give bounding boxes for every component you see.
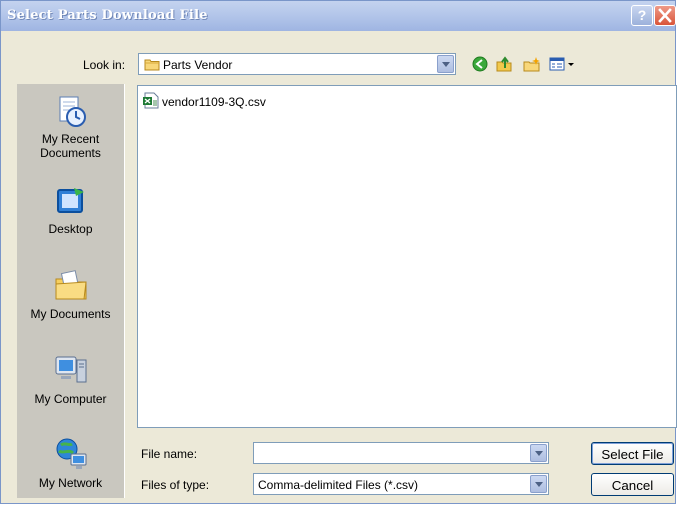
file-list[interactable]: vendor1109-3Q.csv (137, 85, 677, 428)
file-type-select[interactable]: Comma-delimited Files (*.csv) (253, 473, 549, 495)
help-button[interactable]: ? (631, 5, 653, 26)
look-in-label: Look in: (83, 58, 126, 72)
my-documents-icon (55, 270, 87, 300)
place-label: My Network (38, 476, 103, 490)
file-name-field[interactable] (253, 442, 549, 464)
title-bar[interactable]: Select Parts Download File ? (1, 1, 676, 31)
place-label: Documents (40, 146, 101, 160)
place-label: My Documents (30, 307, 111, 321)
file-name: vendor1109-3Q.csv (162, 95, 266, 109)
file-name-dropdown-button[interactable] (530, 444, 547, 462)
new-folder-icon[interactable] (523, 56, 541, 72)
look-in-dropdown-button[interactable] (437, 55, 454, 73)
select-file-button[interactable]: Select File (591, 442, 674, 465)
folder-icon (144, 59, 160, 71)
dialog-title: Select Parts Download File (7, 8, 208, 23)
place-label: My Computer (34, 392, 107, 406)
file-type-dropdown-button[interactable] (530, 475, 547, 493)
csv-file-icon (143, 92, 159, 109)
place-my-documents[interactable]: My Documents (17, 267, 124, 321)
look-in-combobox[interactable]: Parts Vendor (138, 53, 456, 75)
place-my-computer[interactable]: My Computer (17, 352, 124, 406)
dialog-window: Select Parts Download File ? Look in: Pa… (0, 0, 677, 504)
question-icon: ? (637, 7, 647, 23)
close-icon (658, 8, 672, 23)
up-folder-icon[interactable] (495, 56, 513, 72)
desktop-icon (56, 188, 84, 213)
place-my-network[interactable]: My Network (17, 436, 124, 490)
file-name-label: File name: (141, 447, 198, 461)
place-label: My Recent (41, 132, 100, 146)
places-bar: My Recent Documents Desktop My Documents (17, 84, 125, 498)
my-computer-icon (55, 356, 86, 383)
recent-documents-icon (59, 96, 86, 127)
place-my-recent-documents[interactable]: My Recent Documents (17, 94, 124, 160)
views-menu-icon[interactable] (549, 56, 579, 72)
look-in-value: Parts Vendor (163, 58, 233, 72)
file-type-value: Comma-delimited Files (*.csv) (258, 478, 419, 492)
back-icon[interactable] (471, 56, 489, 72)
place-label: Desktop (48, 222, 93, 236)
my-network-icon (56, 438, 86, 469)
file-type-label: Files of type: (141, 478, 210, 492)
place-desktop[interactable]: Desktop (17, 184, 124, 236)
cancel-button[interactable]: Cancel (591, 473, 674, 496)
close-button[interactable] (654, 5, 676, 26)
